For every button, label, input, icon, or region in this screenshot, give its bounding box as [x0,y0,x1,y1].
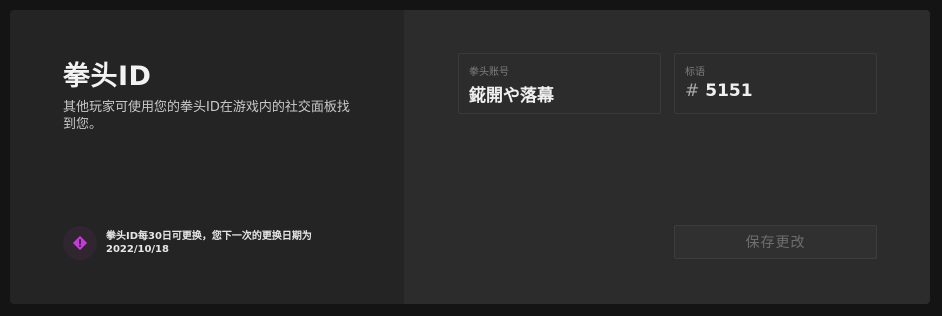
tag-value-row: #5151 [685,81,753,101]
riot-id-card: 拳头ID 其他玩家可使用您的拳头ID在游戏内的社交面板找到您。 拳头ID每30日… [10,10,930,304]
tag-value[interactable]: 5151 [705,81,752,101]
description-text: 其他玩家可使用您的拳头ID在游戏内的社交面板找到您。 [63,100,350,132]
form-panel: 拳头账号 錵開や落幕 标语 #5151 保存更改 [404,10,930,304]
hash-symbol: # [685,81,700,101]
account-name-field[interactable]: 拳头账号 錵開や落幕 [458,53,661,114]
notice-text: 拳头ID每30日可更换，您下一次的更换日期为 2022/10/18 [106,230,346,256]
tag-field[interactable]: 标语 #5151 [674,53,877,114]
alert-diamond-icon [63,226,97,260]
notice-date: 2022/10/18 [106,244,169,255]
notice-line-1: 拳头ID每30日可更换，您下一次的更换日期为 [106,231,312,242]
info-panel: 拳头ID 其他玩家可使用您的拳头ID在游戏内的社交面板找到您。 拳头ID每30日… [10,10,404,304]
change-notice: 拳头ID每30日可更换，您下一次的更换日期为 2022/10/18 [63,226,346,260]
save-button[interactable]: 保存更改 [674,225,877,259]
account-name-label: 拳头账号 [469,67,509,78]
tag-label: 标语 [685,67,705,78]
account-name-value[interactable]: 錵開や落幕 [469,81,554,106]
page-title: 拳头ID [63,61,152,92]
